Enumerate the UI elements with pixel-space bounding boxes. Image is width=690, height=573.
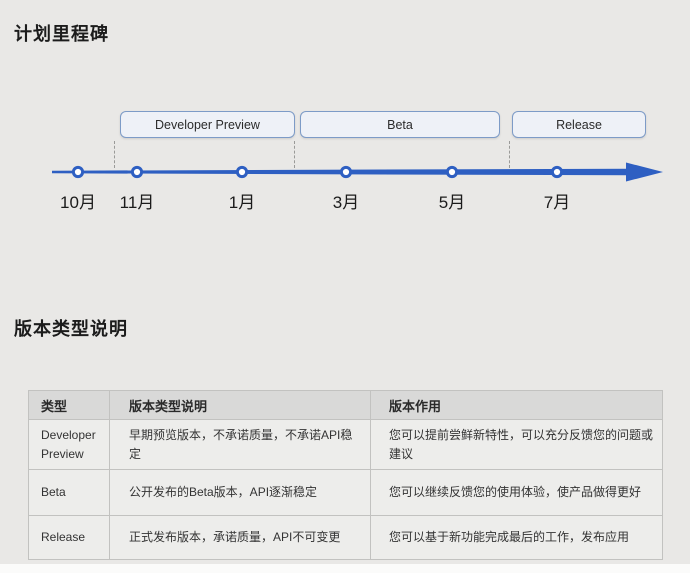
cell-description: 早期预览版本，不承诺质量，不承诺API稳定: [110, 420, 371, 470]
phase-box-beta: Beta: [300, 111, 500, 138]
cell-type: Developer Preview: [29, 420, 110, 470]
milestone-section-title: 计划里程碑: [14, 20, 109, 46]
phase-box-release: Release: [512, 111, 646, 138]
month-label-nov: 11月: [120, 188, 155, 213]
milestone-doc-page: 计划里程碑 Developer Preview Beta Release 10月…: [0, 0, 690, 573]
phase-label: Release: [556, 118, 602, 132]
cell-type: Beta: [29, 470, 110, 516]
cell-type: Release: [29, 516, 110, 560]
month-label-jan: 1月: [229, 188, 255, 213]
milestone-dot-nov: [132, 167, 141, 176]
milestone-dot-mar: [341, 167, 350, 176]
month-label-mar: 3月: [333, 188, 359, 213]
month-label-oct: 10月: [60, 188, 96, 213]
cell-description: 正式发布版本，承诺质量，API不可变更: [110, 516, 371, 560]
timeline-arrowhead-icon: [626, 163, 663, 182]
cell-description: 公开发布的Beta版本，API逐渐稳定: [110, 470, 371, 516]
phase-label: Beta: [387, 118, 413, 132]
timeline-arrow: [0, 152, 690, 192]
table-header-row: 类型 版本类型说明 版本作用: [29, 391, 663, 420]
version-type-table: 类型 版本类型说明 版本作用 Developer Preview 早期预览版本，…: [28, 390, 663, 560]
phase-label: Developer Preview: [155, 118, 260, 132]
header-purpose: 版本作用: [371, 391, 663, 420]
table-row: Release 正式发布版本，承诺质量，API不可变更 您可以基于新功能完成最后…: [29, 516, 663, 560]
table-row: Developer Preview 早期预览版本，不承诺质量，不承诺API稳定 …: [29, 420, 663, 470]
version-types-section-title: 版本类型说明: [14, 315, 128, 341]
phase-box-developer-preview: Developer Preview: [120, 111, 295, 138]
header-description: 版本类型说明: [110, 391, 371, 420]
page-bottom-strip: [0, 564, 690, 573]
cell-purpose: 您可以基于新功能完成最后的工作，发布应用: [371, 516, 663, 560]
milestone-dot-jul: [552, 167, 561, 176]
milestone-dot-oct: [73, 167, 82, 176]
cell-purpose: 您可以提前尝鲜新特性，可以充分反馈您的问题或建议: [371, 420, 663, 470]
header-type: 类型: [29, 391, 110, 420]
milestone-dot-jan: [237, 167, 246, 176]
month-label-may: 5月: [439, 188, 465, 213]
table-row: Beta 公开发布的Beta版本，API逐渐稳定 您可以继续反馈您的使用体验，使…: [29, 470, 663, 516]
cell-purpose: 您可以继续反馈您的使用体验，使产品做得更好: [371, 470, 663, 516]
milestone-dot-may: [447, 167, 456, 176]
month-label-jul: 7月: [544, 188, 570, 213]
